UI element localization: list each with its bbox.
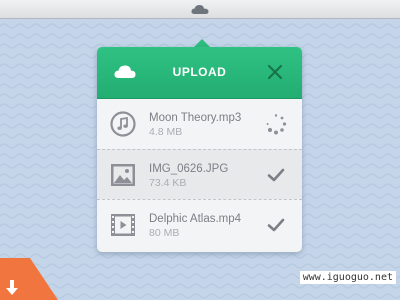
file-size: 80 MB <box>149 227 180 239</box>
image-icon <box>111 164 135 186</box>
checkmark-icon <box>267 168 285 182</box>
download-corner-badge[interactable] <box>0 258 60 300</box>
upload-title: UPLOAD <box>172 65 227 79</box>
popup-pointer <box>194 39 210 47</box>
spinner-icon <box>266 114 287 135</box>
file-size: 4.8 MB <box>149 126 183 138</box>
watermark-text: www.iguoguo.net <box>299 271 396 284</box>
file-name: Moon Theory.mp3 <box>149 112 242 124</box>
checkmark-icon <box>267 218 285 232</box>
file-name: Delphic Atlas.mp4 <box>149 213 242 225</box>
file-row-img-0626[interactable]: IMG_0626.JPG 73.4 KB <box>97 149 302 199</box>
menu-bar <box>0 0 400 19</box>
file-name: IMG_0626.JPG <box>149 163 229 175</box>
video-film-icon <box>111 214 135 236</box>
music-note-icon <box>110 111 136 137</box>
close-icon[interactable] <box>266 63 284 81</box>
upload-popup: UPLOAD Moon Theory.mp3 4.8 MB IMG_0626.J… <box>97 47 302 252</box>
popup-header: UPLOAD <box>97 47 302 99</box>
file-size: 73.4 KB <box>149 177 187 189</box>
cloud-icon <box>114 65 136 78</box>
file-row-moon-theory[interactable]: Moon Theory.mp3 4.8 MB <box>97 99 302 149</box>
file-row-delphic-atlas[interactable]: Delphic Atlas.mp4 80 MB <box>97 199 302 249</box>
cloud-icon[interactable] <box>191 4 209 15</box>
